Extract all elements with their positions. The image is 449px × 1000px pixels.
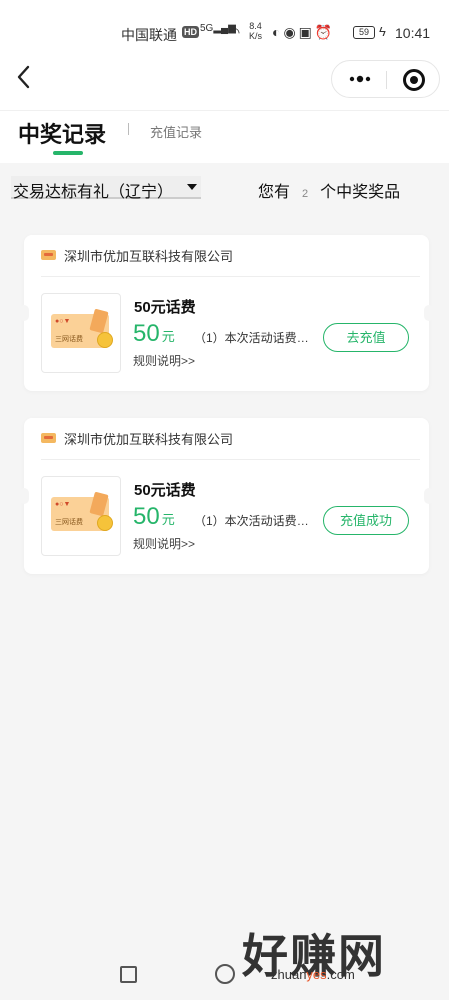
active-tab-indicator <box>53 151 83 155</box>
prize-card: 深圳市优加互联科技有限公司 ●○▼ 三网话费 50元话费 50 元 （1）本次活动话… <box>19 235 434 391</box>
carrier-logos-icon: ●○▼ <box>55 318 71 325</box>
activity-select-value: 交易达标有礼（辽宁） <box>13 184 174 201</box>
card-divider <box>41 459 420 460</box>
amount-unit: 元 <box>161 329 175 344</box>
card-header: 深圳市优加互联科技有限公司 <box>41 246 233 265</box>
company-name: 深圳市优加互联科技有限公司 <box>64 432 234 447</box>
battery-level: 59 <box>358 27 369 37</box>
prize-description: （1）本次活动话费充值说明 <box>194 331 312 345</box>
back-arrow-icon <box>17 65 30 89</box>
carrier-logos-icon: ●○▼ <box>55 501 71 508</box>
miniprogram-capsule <box>331 60 440 98</box>
amount-unit: 元 <box>161 512 175 527</box>
charging-icon: ϟ <box>379 24 386 39</box>
notification-icons: ◐◉▣⏰ <box>272 24 336 40</box>
watermark-url-post: .com <box>326 967 355 982</box>
voucher-brand: 三网话费 <box>55 336 83 343</box>
signal-label: 5G <box>200 23 214 34</box>
carrier-label: 中国联通 <box>121 27 177 43</box>
recents-button[interactable] <box>120 966 137 983</box>
home-button[interactable] <box>215 964 235 984</box>
prize-amount: 50 元 <box>133 503 175 531</box>
clock: 10:41 <box>395 25 431 41</box>
company-name: 深圳市优加互联科技有限公司 <box>64 249 234 264</box>
status-bar: 中国联通 HD 5G▂▄▆ ◠ 8.4 K/s ◐◉▣⏰ 59 ϟ 10:41 <box>0 18 449 48</box>
recharge-button[interactable]: 去充值 <box>323 323 409 352</box>
chevron-down-icon <box>187 184 197 190</box>
watermark-url-pre: zhuan <box>271 967 307 982</box>
rules-link[interactable]: 规则说明>> <box>133 352 195 369</box>
prize-thumbnail: ●○▼ 三网话费 <box>41 476 121 556</box>
merchant-logo-icon <box>41 433 56 443</box>
hd-badge: HD <box>182 26 199 38</box>
speed-unit: K/s <box>249 31 263 41</box>
prize-description: （1）本次活动话费充值说明 <box>194 514 312 528</box>
speed-value: 8.4 <box>249 21 262 31</box>
watermark-url: zhuanyes.com <box>271 967 355 982</box>
close-miniprogram-button[interactable] <box>403 69 425 91</box>
card-notch <box>424 305 434 321</box>
rules-link[interactable]: 规则说明>> <box>133 535 195 552</box>
activity-select[interactable]: 交易达标有礼（辽宁） <box>11 176 201 201</box>
more-dots-icon <box>349 75 371 83</box>
summary-suffix: 个中奖奖品 <box>320 184 401 201</box>
watermark-url-accent: yes <box>306 967 327 982</box>
prize-summary: 您有 2 个中奖奖品 <box>258 178 400 202</box>
prize-amount: 50 元 <box>133 320 175 348</box>
card-notch <box>19 305 29 321</box>
tab-prize-records[interactable]: 中奖记录 <box>18 117 106 149</box>
tab-separator <box>128 123 129 135</box>
more-menu-button[interactable] <box>348 71 372 87</box>
wifi-icon: ◠ <box>228 24 241 40</box>
amount-value: 50 <box>133 320 160 347</box>
card-notch <box>19 488 29 504</box>
coin-icon <box>97 515 113 531</box>
nav-divider <box>0 110 449 111</box>
back-button[interactable] <box>13 62 37 92</box>
prize-thumbnail: ●○▼ 三网话费 <box>41 293 121 373</box>
prize-count: 2 <box>302 188 309 200</box>
prize-title: 50元话费 <box>134 299 196 316</box>
merchant-logo-icon <box>41 250 56 260</box>
prize-title: 50元话费 <box>134 482 196 499</box>
coin-icon <box>97 332 113 348</box>
summary-prefix: 您有 <box>258 184 291 201</box>
recharge-success-button[interactable]: 充值成功 <box>323 506 409 535</box>
card-notch <box>424 488 434 504</box>
net-speed: 8.4 K/s <box>249 21 262 41</box>
card-header: 深圳市优加互联科技有限公司 <box>41 429 233 448</box>
battery-icon: 59 <box>353 26 375 39</box>
voucher-brand: 三网话费 <box>55 519 83 526</box>
capsule-divider <box>386 71 387 89</box>
card-divider <box>41 276 420 277</box>
amount-value: 50 <box>133 503 160 530</box>
tab-recharge-records[interactable]: 充值记录 <box>150 122 202 141</box>
prize-card: 深圳市优加互联科技有限公司 ●○▼ 三网话费 50元话费 50 元 （1）本次活动话… <box>19 418 434 574</box>
